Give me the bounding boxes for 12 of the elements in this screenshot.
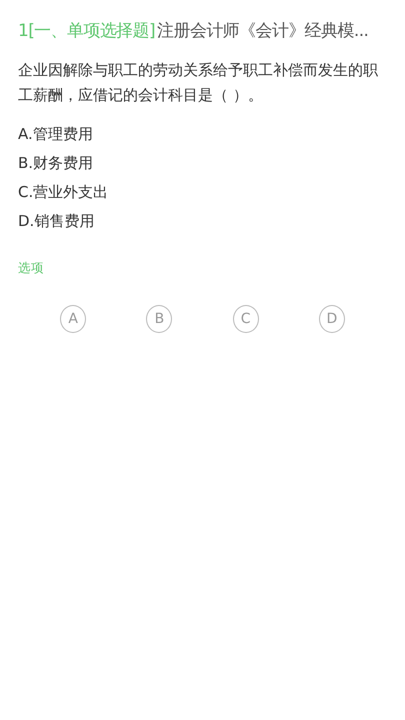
option-text: C.营业外支出 <box>18 182 110 203</box>
answer-choice[interactable]: C <box>232 305 259 333</box>
question-section: 1[一、单项选择题] <box>18 18 156 44</box>
answer-choice[interactable]: A <box>60 305 86 333</box>
exam-title: 注册会计师《会计》经典模... <box>157 20 368 43</box>
answer-label: 选项 <box>18 259 45 277</box>
option-text: D.销售费用 <box>18 211 96 232</box>
answer-choice[interactable]: D <box>318 305 345 333</box>
answer-choice[interactable]: B <box>146 305 172 333</box>
option-text: A.管理费用 <box>18 124 94 145</box>
question-text: 企业因解除与职工的劳动关系给予职工补偿而发生的职工薪酬，应借记的会计科目是（ ）。 <box>18 60 379 106</box>
option-text: B.财务费用 <box>18 153 94 174</box>
